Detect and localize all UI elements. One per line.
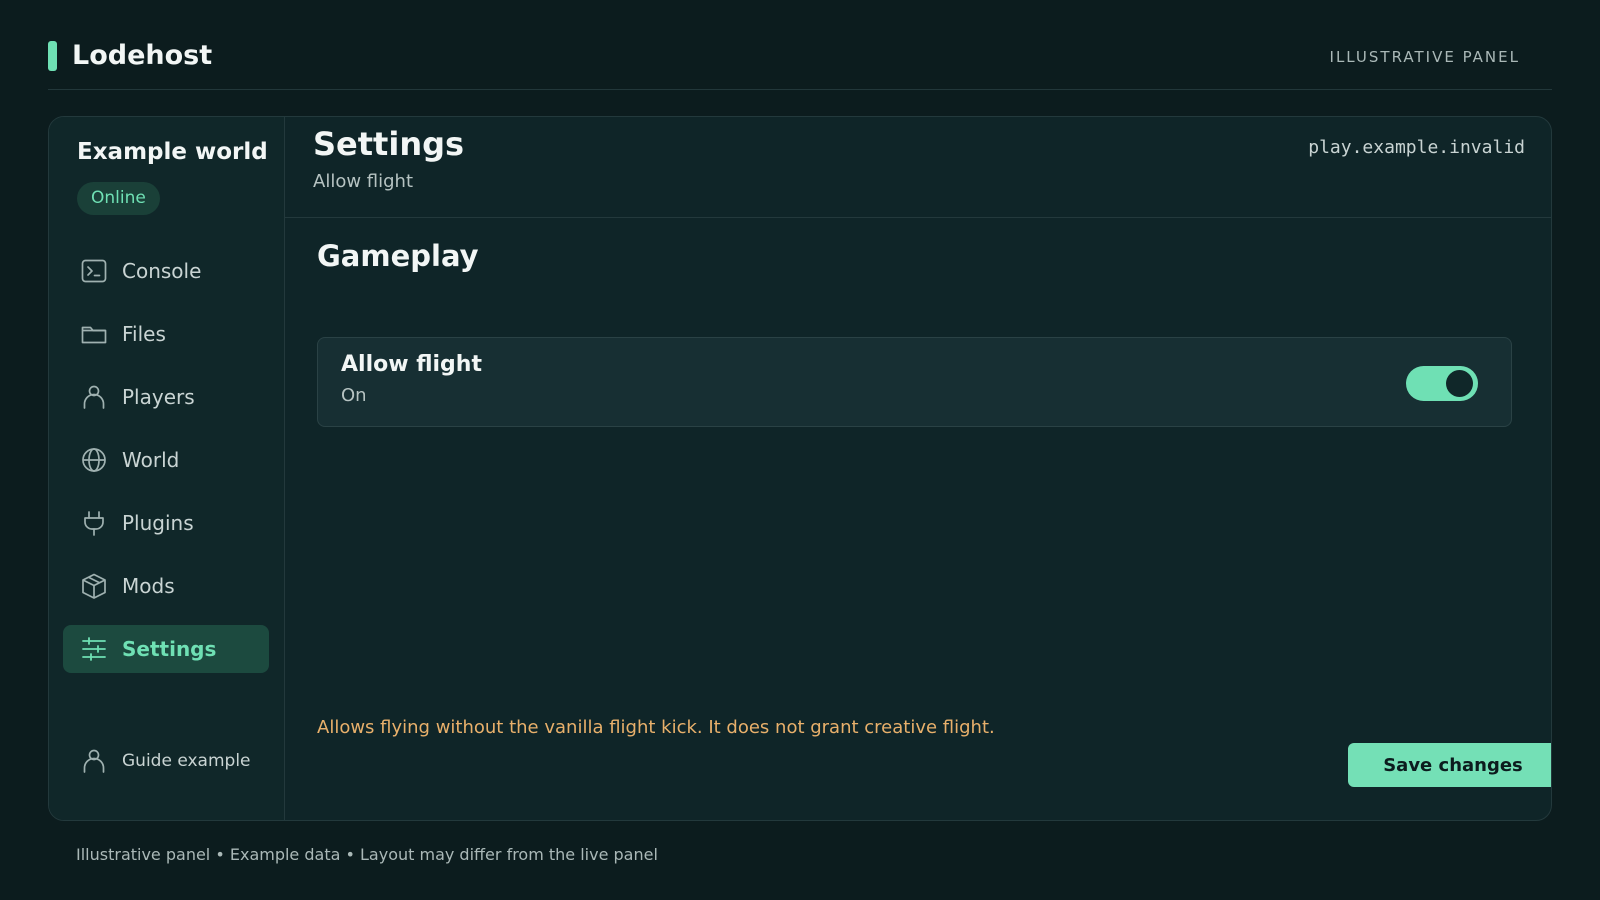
sliders-icon [82, 637, 106, 661]
main-content: Settings Allow flight play.example.inval… [285, 117, 1551, 820]
footer-note: Illustrative panel • Example data • Layo… [76, 845, 658, 864]
setting-card: Allow flight On [317, 337, 1512, 427]
section-title: Gameplay [317, 239, 479, 273]
sidebar-item-players[interactable]: Players [63, 373, 269, 421]
panel-shell: Example world Online Console Files Playe… [48, 116, 1552, 821]
server-address: play.example.invalid [1308, 137, 1525, 158]
page-header: Settings Allow flight play.example.inval… [285, 117, 1551, 218]
brand: Lodehost [48, 40, 212, 71]
panel-tag: ILLUSTRATIVE PANEL [1329, 48, 1520, 66]
status-badge: Online [77, 182, 160, 215]
sidebar-item-world[interactable]: World [63, 436, 269, 484]
setting-value: On [341, 385, 367, 406]
toggle-knob [1446, 370, 1473, 397]
folder-icon [81, 326, 107, 344]
terminal-icon [81, 259, 107, 283]
user-name: Guide example [122, 751, 251, 771]
sidebar-item-label: Plugins [122, 511, 194, 535]
user-icon [83, 749, 105, 773]
sidebar-item-label: Mods [122, 574, 175, 598]
sidebar-item-files[interactable]: Files [63, 310, 269, 358]
sidebar-item-settings[interactable]: Settings [63, 625, 269, 673]
user-account[interactable]: Guide example [80, 747, 251, 775]
save-button[interactable]: Save changes [1348, 743, 1551, 787]
sidebar-nav: Console Files Players World Plugins Mods… [63, 247, 269, 688]
top-bar: Lodehost ILLUSTRATIVE PANEL [48, 38, 1552, 90]
server-name: Example world [77, 139, 268, 165]
person-icon [83, 385, 105, 409]
brand-mark [48, 40, 57, 71]
globe-icon [82, 448, 106, 472]
setting-name: Allow flight [341, 352, 482, 377]
sidebar-item-label: Players [122, 385, 195, 409]
allow-flight-toggle[interactable] [1406, 366, 1478, 401]
sidebar-item-mods[interactable]: Mods [63, 562, 269, 610]
sidebar-item-console[interactable]: Console [63, 247, 269, 295]
sidebar-item-plugins[interactable]: Plugins [63, 499, 269, 547]
sidebar-item-label: World [122, 448, 180, 472]
sidebar-item-label: Console [122, 259, 202, 283]
page-title: Settings [313, 125, 465, 163]
plug-icon [84, 511, 104, 536]
page-subtitle: Allow flight [313, 171, 414, 192]
setting-hint: Allows flying without the vanilla flight… [317, 717, 995, 738]
app-name: Lodehost [72, 40, 213, 71]
sidebar-item-label: Files [122, 322, 166, 346]
sidebar: Example world Online Console Files Playe… [49, 117, 285, 820]
sidebar-item-label: Settings [122, 637, 217, 661]
cube-icon [82, 573, 106, 599]
